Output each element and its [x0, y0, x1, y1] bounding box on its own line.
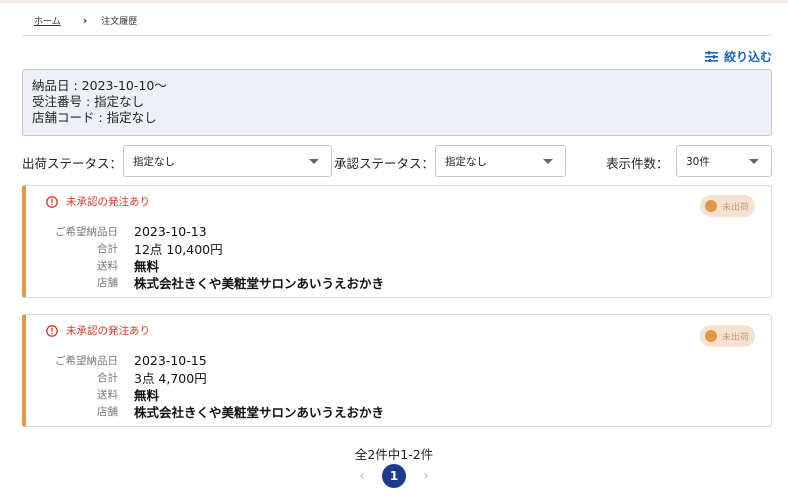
approval-status-select[interactable]: 指定なし: [435, 145, 566, 177]
pagination-summary: 全2件中1-2件: [354, 447, 434, 462]
detail-value: 2023-10-13: [134, 224, 207, 239]
filter-summary: 納品日 : 2023-10-10〜 受注番号 : 指定なし 店舗コード : 指定…: [22, 69, 772, 136]
shipping-status-label: 出荷ステータス：: [22, 156, 123, 171]
filter-button[interactable]: 絞り込む: [704, 48, 772, 65]
display-count-value: 30件: [686, 155, 710, 168]
alert-circle-icon: [46, 324, 58, 337]
detail-row-shipping-fee: 送料 無料: [26, 386, 384, 403]
detail-row-total: 合計 12点 10,400円: [26, 240, 384, 257]
approval-status-label: 承認ステータス：: [334, 156, 435, 171]
detail-label: ご希望納品日: [55, 355, 118, 367]
alert-text: 未承認の発注あり: [66, 196, 150, 208]
detail-label: 合計: [97, 243, 118, 255]
breadcrumb-home-link[interactable]: ホーム: [34, 14, 61, 27]
status-dot-icon: [705, 330, 717, 342]
shipping-status-value: 指定なし: [133, 155, 175, 168]
breadcrumb-current: 注文履歴: [101, 16, 138, 27]
shipping-status-badge: 未出荷: [700, 195, 755, 217]
detail-value: 2023-10-15: [134, 353, 207, 368]
unapproved-alert: 未承認の発注あり: [46, 194, 150, 209]
summary-delivery-date: 納品日 : 2023-10-10〜: [32, 78, 167, 93]
detail-row-store: 店舗 株式会社きくや美粧堂サロンあいうえおかき: [26, 274, 384, 291]
caret-down-icon: [749, 159, 759, 164]
alert-circle-icon: [46, 195, 58, 208]
page-1-button[interactable]: 1: [382, 464, 406, 488]
filter-sliders-icon: [704, 51, 718, 62]
detail-row-delivery-date: ご希望納品日 2023-10-15: [26, 352, 384, 369]
chevron-right-icon: ›: [82, 13, 88, 27]
detail-row-shipping-fee: 送料 無料: [26, 257, 384, 274]
summary-order-number: 受注番号 : 指定なし: [32, 94, 145, 109]
order-details: ご希望納品日 2023-10-13 合計 12点 10,400円 送料 無料 店舗 株式…: [26, 223, 384, 291]
status-badge-label: 未出荷: [722, 202, 750, 213]
order-card[interactable]: 未承認の発注あり 未出荷 ご希望納品日 2023-10-15 合計 3点 4,700…: [22, 314, 772, 427]
list-controls: 出荷ステータス： 指定なし 承認ステータス： 指定なし 表示件数： 30件: [22, 145, 772, 177]
order-card[interactable]: 未承認の発注あり 未出荷 ご希望納品日 2023-10-13 合計 12点 10,4…: [22, 185, 772, 298]
detail-label: 合計: [97, 372, 118, 384]
unapproved-alert: 未承認の発注あり: [46, 323, 150, 338]
detail-row-store: 店舗 株式会社きくや美粧堂サロンあいうえおかき: [26, 403, 384, 420]
status-badge-label: 未出荷: [722, 332, 750, 343]
shipping-status-badge: 未出荷: [700, 325, 755, 347]
next-page-button[interactable]: ›: [414, 468, 438, 484]
detail-label: 送料: [97, 260, 118, 272]
status-dot-icon: [705, 200, 717, 212]
display-count-select[interactable]: 30件: [676, 145, 772, 177]
prev-page-button[interactable]: ‹: [350, 468, 374, 484]
breadcrumb: ホーム › 注文履歴: [34, 13, 137, 27]
order-details: ご希望納品日 2023-10-15 合計 3点 4,700円 送料 無料 店舗 株式会社…: [26, 352, 384, 420]
detail-label: ご希望納品日: [55, 226, 118, 238]
shipping-status-select[interactable]: 指定なし: [123, 145, 332, 177]
alert-text: 未承認の発注あり: [66, 325, 150, 337]
approval-status-value: 指定なし: [445, 155, 487, 168]
header-divider: [22, 35, 772, 36]
filter-button-label: 絞り込む: [723, 50, 772, 64]
summary-store-code: 店舗コード : 指定なし: [32, 110, 157, 125]
detail-label: 送料: [97, 389, 118, 401]
caret-down-icon: [309, 159, 319, 164]
detail-row-delivery-date: ご希望納品日 2023-10-13: [26, 223, 384, 240]
detail-row-total: 合計 3点 4,700円: [26, 369, 384, 386]
detail-label: 店舗: [97, 277, 118, 289]
detail-value: 株式会社きくや美粧堂サロンあいうえおかき: [134, 405, 385, 420]
caret-down-icon: [543, 159, 553, 164]
pagination: ‹ 1 ›: [0, 464, 788, 488]
detail-label: 店舗: [97, 406, 118, 418]
display-count-label: 表示件数：: [606, 156, 669, 171]
detail-value: 株式会社きくや美粧堂サロンあいうえおかき: [134, 276, 385, 291]
top-accent-line: [0, 0, 788, 3]
